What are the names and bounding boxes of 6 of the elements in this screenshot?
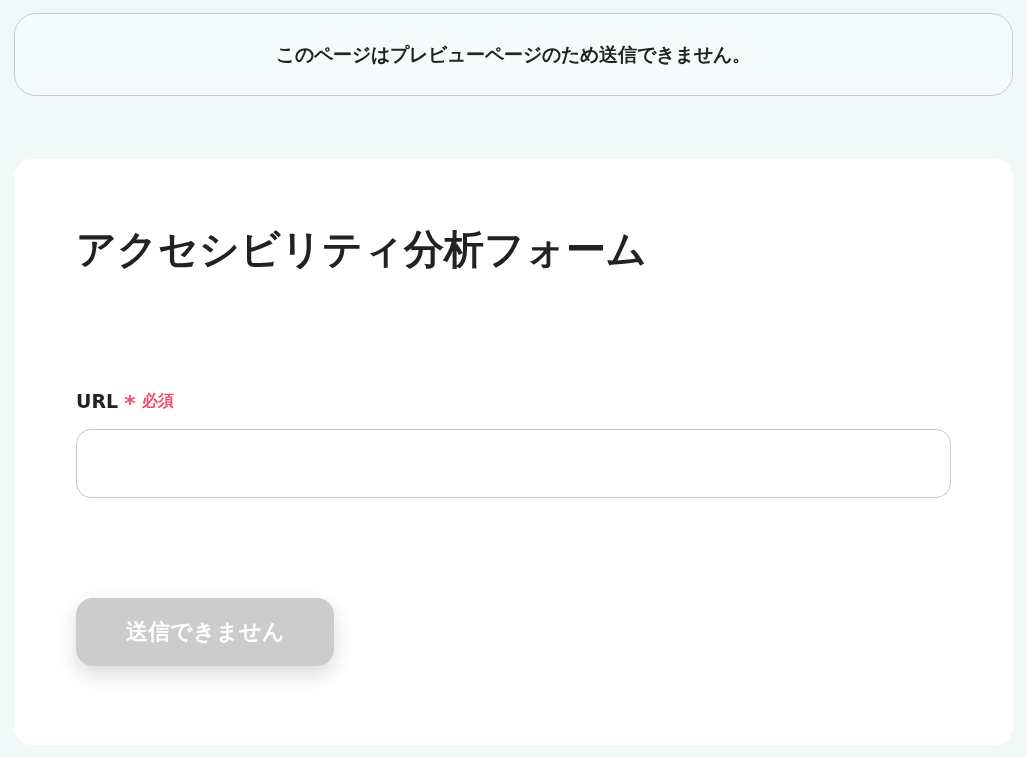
required-asterisk: * (124, 393, 136, 415)
notice-text: このページはプレビューページのため送信できません。 (276, 41, 751, 67)
field-label: URL (76, 390, 119, 412)
url-input-field[interactable] (76, 429, 951, 498)
required-tag: 必須 (141, 390, 174, 412)
form-title: アクセシビリティ分析フォーム (76, 225, 648, 273)
